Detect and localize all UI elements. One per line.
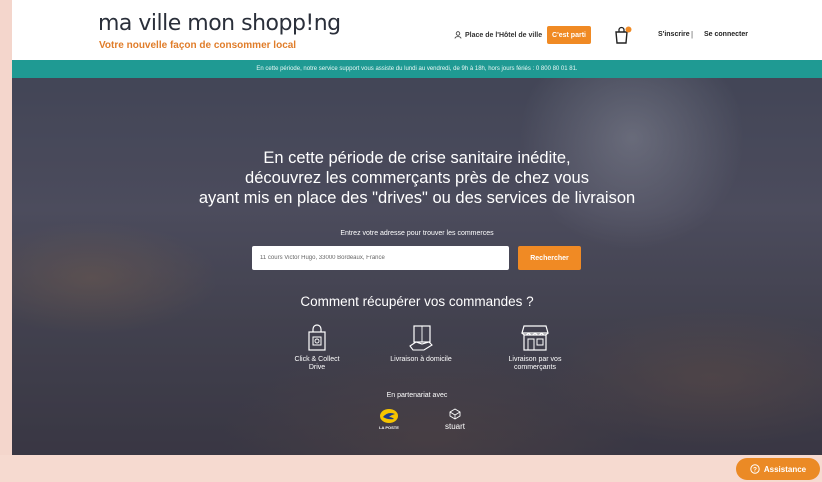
support-info-bar: En cette période, notre service support … [12,60,822,78]
hero-headline: En cette période de crise sanitaire inéd… [12,148,822,208]
option-label: Click & Collect [294,356,340,363]
svg-text:?: ? [753,466,757,473]
laposte-label: LA POSTE [379,425,399,430]
location-label: Place de l'Hôtel de ville [465,31,543,39]
assistance-label: Assistance [763,464,807,474]
hero-section: En cette période de crise sanitaire inéd… [12,78,822,455]
login-link[interactable]: Se connecter [704,31,748,38]
stuart-logo-icon [449,408,461,420]
help-circle-icon: ? [750,464,760,474]
option-home-delivery[interactable]: Livraison à domicile [376,322,466,364]
background-decoration-bottom [0,455,822,482]
site-header: ma ville mon shopp!ng Votre nouvelle faç… [12,0,822,60]
laposte-logo-icon [380,409,398,423]
address-input[interactable] [252,246,509,270]
signup-link[interactable]: S'inscrire [658,31,690,38]
support-info-text: En cette période, notre service support … [256,66,578,72]
partner-stuart[interactable]: stuart [440,408,470,431]
start-button[interactable]: C'est parti [547,26,591,44]
headline-line: ayant mis en place des "drives" ou des s… [198,189,636,207]
option-label: commerçants [513,364,556,371]
user-pin-icon [454,31,462,39]
option-label: Livraison à domicile [390,356,452,363]
search-button[interactable]: Rechercher [518,246,581,270]
header-separator: | [691,30,694,39]
partner-laposte[interactable]: LA POSTE [372,408,406,430]
stuart-label: stuart [444,422,465,431]
headline-line: En cette période de crise sanitaire inéd… [263,149,571,167]
option-click-collect[interactable]: Click & Collect Drive [272,322,362,372]
option-shop-delivery[interactable]: Livraison par vos commerçants [490,322,580,372]
location-selector[interactable]: Place de l'Hôtel de ville [454,31,542,39]
headline-line: découvrez les commerçants près de chez v… [245,169,589,187]
site-tagline: Votre nouvelle façon de consommer local [99,40,297,51]
option-label: Drive [308,364,326,371]
page-frame: ma ville mon shopp!ng Votre nouvelle faç… [12,0,822,455]
site-logo[interactable]: ma ville mon shopp!ng [98,11,341,36]
option-label: Livraison par vos [508,356,562,363]
address-label: Entrez votre adresse pour trouver les co… [340,230,494,237]
shop-delivery-icon [521,325,549,351]
click-collect-bag-icon [308,324,326,351]
assistance-button[interactable]: ? Assistance [736,458,820,480]
partners-label: En partenariat avec [386,392,448,399]
delivery-options-title: Comment récupérer vos commandes ? [300,294,534,309]
shopping-bag-icon[interactable] [613,25,633,45]
home-delivery-icon [409,325,433,351]
